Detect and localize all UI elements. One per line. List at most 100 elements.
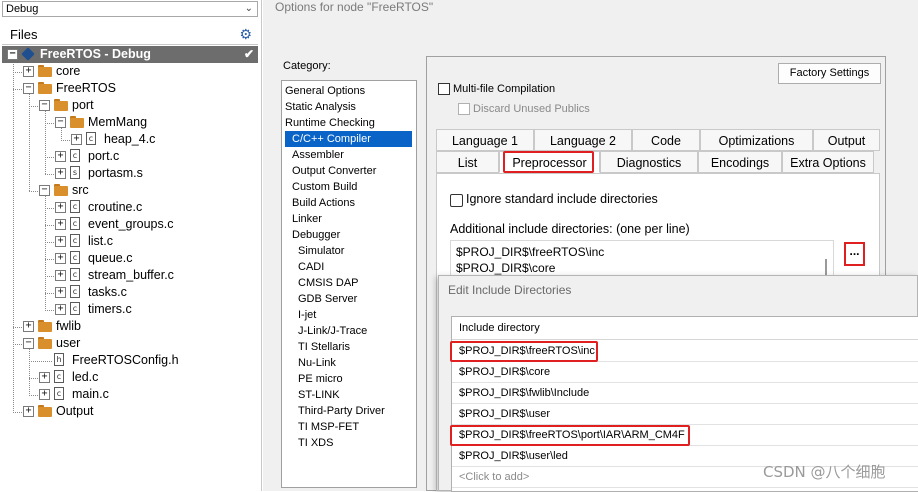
tree-item[interactable]: + c list.c xyxy=(2,233,258,250)
tree-item[interactable]: + fwlib xyxy=(2,318,258,335)
collapse-icon[interactable]: − xyxy=(23,83,34,94)
file-icon: c xyxy=(70,268,80,281)
tree-item[interactable]: + c stream_buffer.c xyxy=(2,267,258,284)
include-directory-row[interactable]: $PROJ_DIR$\fwlib\Include xyxy=(452,383,918,404)
tree-item[interactable]: + Output xyxy=(2,403,258,420)
expand-icon[interactable]: + xyxy=(23,66,34,77)
edit-include-dialog: Edit Include Directories Include directo… xyxy=(438,275,918,492)
factory-settings-button[interactable]: Factory Settings xyxy=(778,63,881,84)
tree-item[interactable]: + c event_groups.c xyxy=(2,216,258,233)
expand-icon[interactable]: + xyxy=(55,151,66,162)
category-item[interactable]: Nu-Link xyxy=(298,355,336,371)
tree-item[interactable]: + c timers.c xyxy=(2,301,258,318)
file-icon: c xyxy=(70,217,80,230)
include-directories-textarea[interactable]: $PROJ_DIR$\freeRTOS\inc $PROJ_DIR$\core xyxy=(450,240,834,276)
expand-icon[interactable]: + xyxy=(55,236,66,247)
collapse-icon[interactable]: − xyxy=(39,185,50,196)
tree-item[interactable]: + s portasm.s xyxy=(2,165,258,182)
expand-icon[interactable]: + xyxy=(55,219,66,230)
tree-item[interactable]: + core xyxy=(2,63,258,80)
expand-icon[interactable]: + xyxy=(39,372,50,383)
gear-icon[interactable]: ⚙ xyxy=(239,24,252,45)
category-item[interactable]: ST-LINK xyxy=(298,387,340,403)
category-item[interactable]: Debugger xyxy=(292,227,340,243)
category-item[interactable]: CADI xyxy=(298,259,324,275)
expand-icon[interactable]: + xyxy=(23,321,34,332)
ignore-std-label: Ignore standard include directories xyxy=(466,192,658,206)
tab-encodings[interactable]: Encodings xyxy=(698,151,782,173)
tree-item[interactable]: + c heap_4.c xyxy=(2,131,258,148)
expand-icon[interactable]: + xyxy=(55,304,66,315)
folder-icon xyxy=(38,320,52,332)
category-item[interactable]: Third-Party Driver xyxy=(298,403,385,419)
category-item[interactable]: TI XDS xyxy=(298,435,333,451)
tab-language-2[interactable]: Language 2 xyxy=(534,129,632,151)
tree-item[interactable]: − src xyxy=(2,182,258,199)
category-list[interactable]: General Options Static Analysis Runtime Ch… xyxy=(281,80,417,488)
expand-icon[interactable]: + xyxy=(55,168,66,179)
tree-item[interactable]: + c port.c xyxy=(2,148,258,165)
tab-code[interactable]: Code xyxy=(632,129,700,151)
tab-language-1[interactable]: Language 1 xyxy=(436,129,534,151)
configuration-select[interactable]: Debug ⌄ xyxy=(2,1,258,17)
tree-item[interactable]: + c main.c xyxy=(2,386,258,403)
tree-item-label: timers.c xyxy=(88,302,132,316)
ignore-std-checkbox[interactable] xyxy=(450,194,463,207)
category-item[interactable]: Custom Build xyxy=(292,179,357,195)
tree-item[interactable]: − MemMang xyxy=(2,114,258,131)
category-item[interactable]: CMSIS DAP xyxy=(298,275,359,291)
textarea-scrollbar[interactable] xyxy=(825,259,827,275)
tree-item[interactable]: − user xyxy=(2,335,258,352)
tab-output[interactable]: Output xyxy=(813,129,880,151)
expand-icon[interactable]: + xyxy=(55,253,66,264)
collapse-icon[interactable]: − xyxy=(7,49,18,60)
category-item[interactable]: Runtime Checking xyxy=(285,115,375,131)
tab-preprocessor[interactable]: Preprocessor xyxy=(499,151,600,173)
tree-item[interactable]: − port xyxy=(2,97,258,114)
category-item[interactable]: Static Analysis xyxy=(285,99,356,115)
expand-icon[interactable]: + xyxy=(39,389,50,400)
category-item[interactable]: GDB Server xyxy=(298,291,357,307)
category-item[interactable]: C/C++ Compiler xyxy=(285,131,412,147)
tree-item[interactable]: − FreeRTOS - Debug ✔ xyxy=(2,46,258,63)
category-item-label: Static Analysis xyxy=(285,101,356,113)
include-directory-row[interactable]: $PROJ_DIR$\core xyxy=(452,362,918,383)
tree-item[interactable]: h FreeRTOSConfig.h xyxy=(2,352,258,369)
category-item[interactable]: I-jet xyxy=(298,307,316,323)
collapse-icon[interactable]: − xyxy=(39,100,50,111)
expand-icon[interactable]: + xyxy=(23,406,34,417)
expand-icon[interactable]: + xyxy=(71,134,82,145)
expand-icon[interactable]: + xyxy=(55,270,66,281)
tree-item[interactable]: − FreeRTOS xyxy=(2,80,258,97)
multi-file-checkbox[interactable] xyxy=(438,83,450,95)
include-directory-row[interactable]: $PROJ_DIR$\user xyxy=(452,404,918,425)
category-item[interactable]: TI Stellaris xyxy=(298,339,350,355)
category-item[interactable]: Assembler xyxy=(292,147,344,163)
collapse-icon[interactable]: − xyxy=(55,117,66,128)
tree-item[interactable]: + c queue.c xyxy=(2,250,258,267)
tree-item[interactable]: + c croutine.c xyxy=(2,199,258,216)
category-item[interactable]: Simulator xyxy=(298,243,344,259)
expand-icon[interactable]: + xyxy=(55,202,66,213)
include-directory-row[interactable]: $PROJ_DIR$\freeRTOS\port\IAR\ARM_CM4F xyxy=(452,425,918,446)
category-item[interactable]: Linker xyxy=(292,211,322,227)
category-item[interactable]: PE micro xyxy=(298,371,343,387)
tab-diagnostics[interactable]: Diagnostics xyxy=(600,151,698,173)
tree-item[interactable]: + c tasks.c xyxy=(2,284,258,301)
category-item[interactable]: TI MSP-FET xyxy=(298,419,359,435)
file-icon: c xyxy=(70,234,80,247)
tab-optimizations[interactable]: Optimizations xyxy=(700,129,813,151)
discard-unused-checkbox[interactable] xyxy=(458,103,470,115)
tab-extra-options[interactable]: Extra Options xyxy=(782,151,874,173)
category-item[interactable]: Output Converter xyxy=(292,163,376,179)
include-directory-row[interactable]: $PROJ_DIR$\freeRTOS\inc xyxy=(452,341,918,362)
tree-item[interactable]: + c led.c xyxy=(2,369,258,386)
expand-icon[interactable]: + xyxy=(55,287,66,298)
collapse-icon[interactable]: − xyxy=(23,338,34,349)
category-item[interactable]: General Options xyxy=(285,83,365,99)
browse-include-button[interactable]: ... xyxy=(844,242,865,266)
tab-list[interactable]: List xyxy=(436,151,499,173)
category-item[interactable]: Build Actions xyxy=(292,195,355,211)
dialog-title: Options for node "FreeRTOS" xyxy=(275,0,434,14)
category-item[interactable]: J-Link/J-Trace xyxy=(298,323,367,339)
